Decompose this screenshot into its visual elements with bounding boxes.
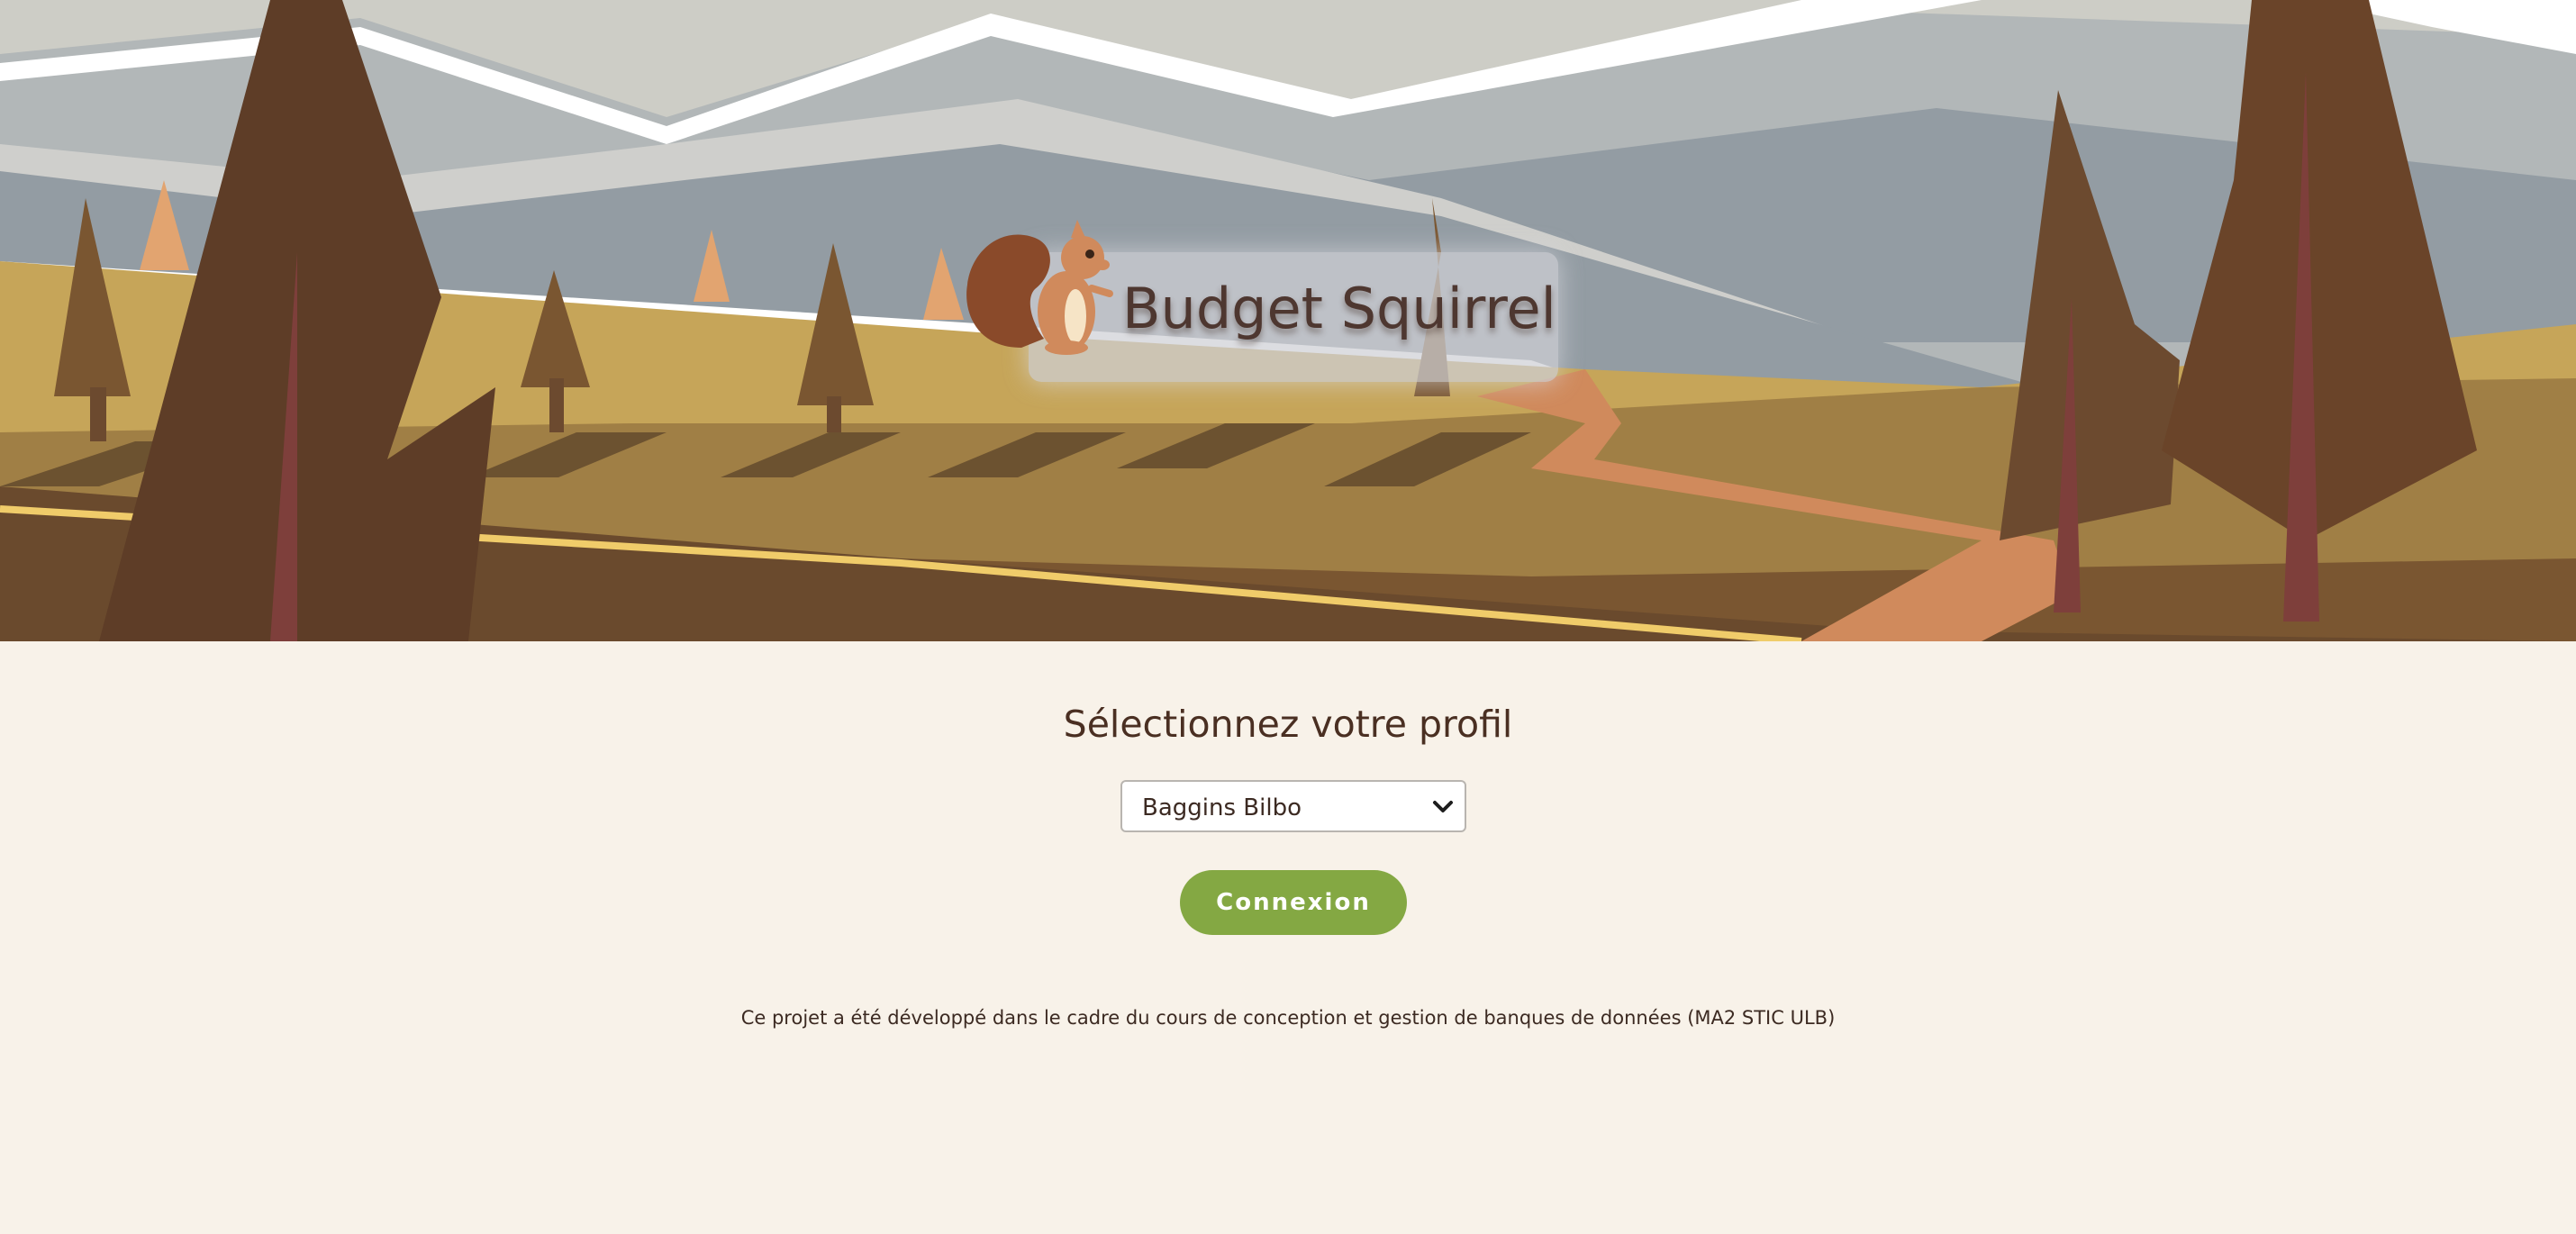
squirrel-icon bbox=[966, 220, 1113, 355]
login-panel: Sélectionnez votre profil Baggins Bilbo … bbox=[0, 641, 2576, 1234]
profile-select-value: Baggins Bilbo bbox=[1142, 794, 1302, 821]
connect-button[interactable]: Connexion bbox=[1180, 870, 1407, 935]
footer-note: Ce projet a été développé dans le cadre … bbox=[740, 1007, 1836, 1029]
profile-select[interactable]: Baggins Bilbo bbox=[1120, 780, 1466, 832]
chevron-down-icon bbox=[1433, 801, 1453, 812]
app-title: Budget Squirrel bbox=[1122, 276, 1556, 341]
page-title: Sélectionnez votre profil bbox=[1063, 703, 1513, 746]
hero-banner: Budget Squirrel bbox=[0, 0, 2576, 641]
